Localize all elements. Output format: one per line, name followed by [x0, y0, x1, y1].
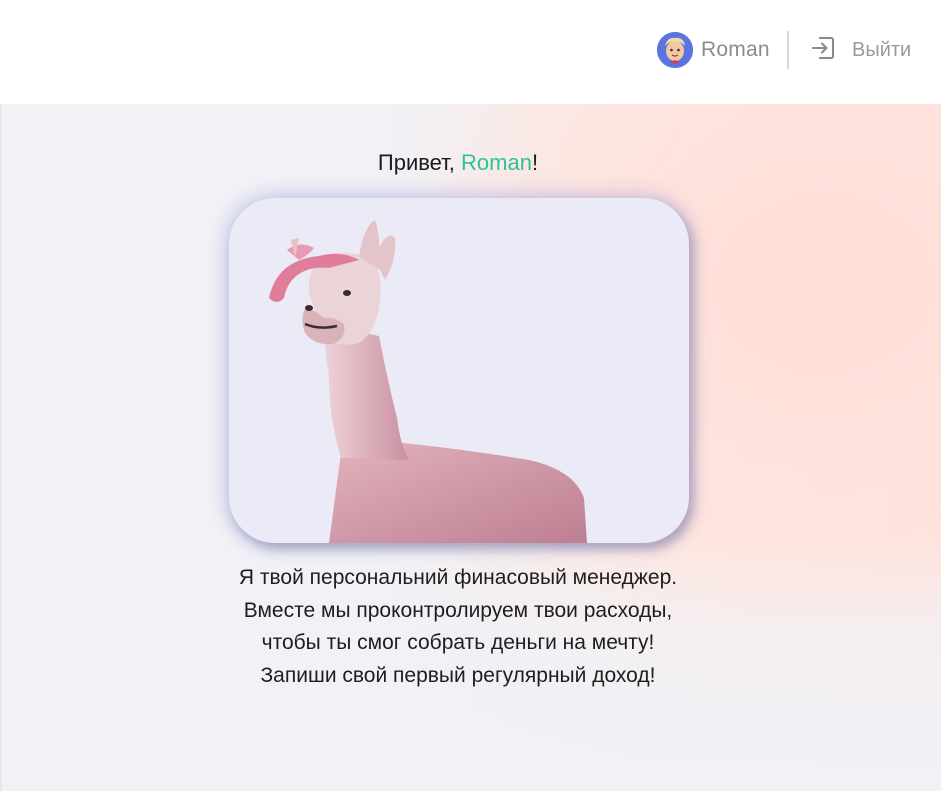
message-line: Вместе мы проконтролируем твои расходы,	[243, 598, 673, 622]
llama-image-card	[229, 198, 689, 543]
greeting-prefix: Привет,	[377, 150, 462, 175]
message-line: Запиши свой первый регулярный доход!	[260, 663, 656, 687]
llama-illustration	[269, 220, 587, 543]
welcome-message: Я твой персональний финасовый менеджер. …	[0, 562, 916, 692]
user-avatar[interactable]	[657, 32, 693, 68]
logout-button[interactable]: Выйти	[810, 33, 911, 67]
logout-icon[interactable]	[810, 35, 836, 66]
logout-label[interactable]: Выйти	[852, 39, 911, 62]
user-profile[interactable]: Roman	[657, 31, 770, 69]
top-bar: Roman Выйти	[0, 0, 941, 104]
greeting-suffix: !	[531, 150, 539, 175]
greeting-heading: Привет, Roman!	[0, 150, 916, 176]
message-line: чтобы ты смог собрать деньги на мечту!	[261, 631, 655, 654]
message-line: Я твой персональний финасовый менеджер.	[238, 566, 678, 589]
user-name[interactable]: Roman	[701, 38, 770, 62]
greeting-name: Roman	[461, 150, 532, 175]
header-divider	[787, 31, 789, 69]
